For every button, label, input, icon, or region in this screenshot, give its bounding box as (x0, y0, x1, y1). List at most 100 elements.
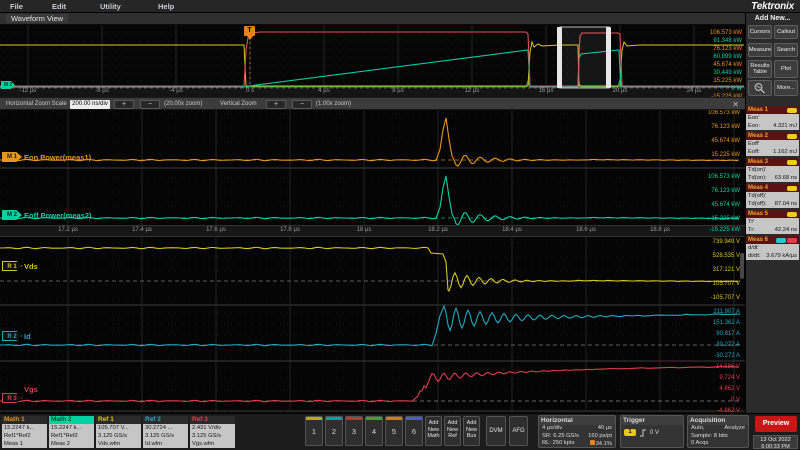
overview-time-tick: -4 µs (161, 88, 191, 94)
meas-value: 1.162 mJ (773, 148, 797, 156)
trigger-source-chip[interactable]: 1 (624, 429, 636, 436)
zoom-selection-box[interactable] (560, 27, 609, 88)
sidebar-button-search[interactable]: Search (774, 43, 798, 57)
band-scale-label: 9.724 V (688, 375, 740, 381)
meas-line1: Td(off)' (748, 192, 797, 200)
sidebar-button-more-[interactable]: More... (774, 80, 798, 96)
meas-card-header[interactable]: Meas 3 (746, 158, 799, 166)
acquisition-panel[interactable]: AcquisitionAuto,AnalyzeSample: 8 bits0 A… (687, 415, 749, 448)
h-zoom-scale-label: Horizontal Zoom Scale (6, 101, 67, 107)
overview-scale-label: 45.674 kW (690, 62, 742, 68)
meas-line2: Tr:42.24 ns (748, 226, 797, 234)
v-zoom-minus-button[interactable]: − (292, 100, 312, 109)
band-name-label: Id (24, 332, 31, 341)
h-zoom-plus-button[interactable]: + (114, 100, 134, 109)
meas-source-chip (787, 238, 797, 243)
meas-card-body: Eoff'Eoff:1.162 mJ (746, 140, 799, 156)
horizontal-panel-title: Horizontal (539, 416, 615, 425)
waveform-trace-vgs (0, 367, 738, 402)
menu-item-utility[interactable]: Utility (100, 2, 121, 11)
menu-item-file[interactable]: File (10, 2, 23, 11)
band-scale-label: 528.535 V (688, 253, 740, 259)
channel-button-2[interactable]: 2 (325, 416, 343, 446)
channel-button-4[interactable]: 4 (365, 416, 383, 446)
v-zoom-plus-button[interactable]: + (266, 100, 286, 109)
bottom-badge-math1[interactable]: Math 1 (2, 416, 47, 424)
bottom-badge-ref3[interactable]: Ref 3 (190, 416, 235, 424)
waveform-trace-m2 (0, 176, 738, 225)
bottom-badge-math2[interactable]: Math 2 (49, 416, 94, 424)
band-scale-label: 90.817 A (688, 331, 740, 337)
meas-card-title: Meas 5 (748, 211, 768, 217)
zoom-box-right-handle[interactable] (606, 27, 611, 88)
zoom-time-tick: 18.2 µs (423, 227, 453, 233)
meas-source-chips (786, 134, 797, 139)
preview-button[interactable]: Preview (755, 416, 797, 432)
add-new-bus-button[interactable]: Add New Bus (463, 416, 480, 446)
bottom-badge-ref2[interactable]: Ref 2 (143, 416, 188, 424)
horizontal-panel[interactable]: Horizontal4 µs/div40 µsSR: 6.25 GS/s160 … (538, 415, 616, 448)
meas-card-header[interactable]: Meas 6 (746, 236, 799, 244)
zoom-bar-close-icon[interactable]: ✕ (732, 100, 739, 109)
band-scale-label: 45.674 kW (688, 202, 740, 208)
overview-scale-label: 15.225 kW (690, 78, 742, 84)
meas-source-chip (787, 160, 797, 165)
channel-button-1[interactable]: 1 (305, 416, 323, 446)
menu-item-edit[interactable]: Edit (52, 2, 66, 11)
meas-line1: d/dt' (748, 244, 797, 252)
meas-card-header[interactable]: Meas 4 (746, 184, 799, 192)
trigger-row: 10 V (621, 425, 683, 440)
trigger-marker-icon[interactable]: T (244, 26, 255, 36)
channel-button-5[interactable]: 5 (385, 416, 403, 446)
meas-card-body: d/dt'di/dt:3.679 kA/µs (746, 244, 799, 260)
sidebar-splitter-handle[interactable]: ⋮ (740, 253, 744, 279)
brand-logo: Tektronix (751, 1, 794, 12)
bottom-badge-ref1[interactable]: Ref 1 (96, 416, 141, 424)
meas-card-header[interactable]: Meas 2 (746, 132, 799, 140)
zoom-box-left-handle[interactable] (557, 27, 562, 88)
zoom-time-tick: 18.8 µs (645, 227, 675, 233)
add-new-math-button[interactable]: Add New Math (425, 416, 442, 446)
afg-button[interactable]: AFG (509, 416, 528, 446)
band-name-label: Eoff Power(meas2) (24, 211, 92, 220)
sidebar-button-measure[interactable]: Measure (748, 43, 772, 57)
badge-info-line: Meas 1 (4, 440, 47, 448)
meas-value: 63.68 ns (775, 174, 797, 182)
meas-source-chips (786, 212, 797, 217)
zoom-bands-plot (0, 110, 745, 412)
meas-card-header[interactable]: Meas 5 (746, 210, 799, 218)
acquisition-cell: 0 Acqs (691, 440, 708, 448)
channel-button-6[interactable]: 6 (405, 416, 423, 446)
meas-label: di/dt: (748, 252, 761, 260)
bottom-badge-body: 30.2724 ...3.125 GS/sId.wfm (143, 424, 188, 448)
oscilloscope-app: Tektronix Waveform View Horizontal Zoom … (0, 0, 800, 450)
channel-number: 4 (366, 420, 382, 444)
meas-source-chips (786, 186, 797, 191)
badge-info-line: Vgs.wfm (192, 440, 235, 448)
horizontal-cell: 4 µs/div (542, 425, 562, 433)
overview-scale-label: 91.348 kW (690, 38, 742, 44)
sidebar-button-results-table[interactable]: Results Table (748, 60, 772, 78)
acquisition-panel-title: Acquisition (688, 416, 748, 425)
add-new-ref-button[interactable]: Add New Ref (444, 416, 461, 446)
menu-item-help[interactable]: Help (158, 2, 174, 11)
channel-button-3[interactable]: 3 (345, 416, 363, 446)
sidebar-button-callout[interactable]: Callout (774, 25, 798, 39)
channel-number: 2 (326, 420, 342, 444)
badge-info-line: 3.125 GS/s (145, 432, 188, 440)
overview-time-tick: 20 µs (605, 88, 635, 94)
channel-number: 5 (386, 420, 402, 444)
band-scale-label: 30.272 A (688, 342, 740, 348)
dvm-button[interactable]: DVM (486, 416, 506, 446)
waveform-trace-m1 (0, 118, 738, 166)
h-zoom-scale-input[interactable]: 200.00 ns/div (70, 100, 110, 109)
meas-card-header[interactable]: Meas 1 (746, 106, 799, 114)
trigger-panel[interactable]: Trigger10 V (620, 415, 684, 448)
tab-waveform-view[interactable]: Waveform View (6, 14, 68, 23)
sidebar-button-plot[interactable]: Plot (774, 60, 798, 78)
datetime-box[interactable]: 13 Oct 20226:00:33 PM (753, 435, 798, 449)
sidebar-button-cursors[interactable]: Cursors (748, 25, 772, 39)
h-zoom-minus-button[interactable]: − (140, 100, 160, 109)
sidebar-button-zoom[interactable] (748, 80, 772, 96)
meas-source-chips (775, 238, 797, 243)
